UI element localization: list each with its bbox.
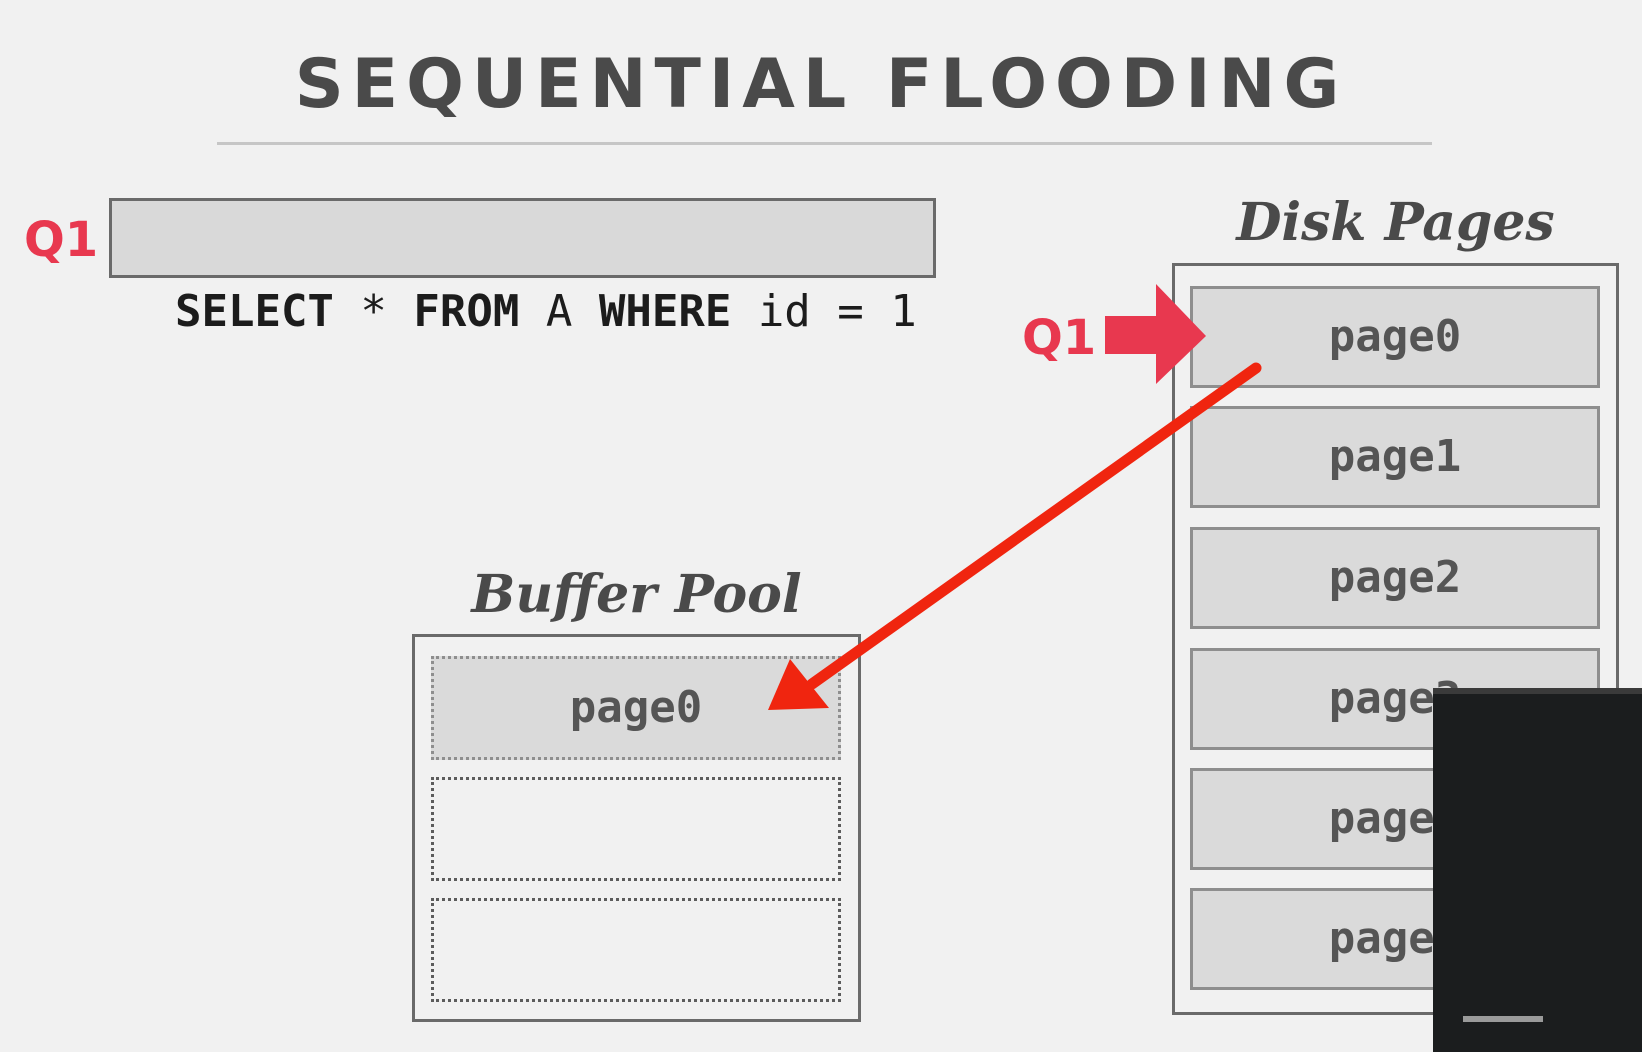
chalkboard-edge	[1433, 688, 1642, 694]
diagram-overlay	[768, 284, 1262, 710]
scan-cursor-arrow	[1105, 284, 1206, 384]
chalk-ledge	[1463, 1016, 1543, 1022]
page-copy-arrow-shaft	[806, 362, 1262, 690]
presenter-camera-inset	[1433, 688, 1642, 1052]
